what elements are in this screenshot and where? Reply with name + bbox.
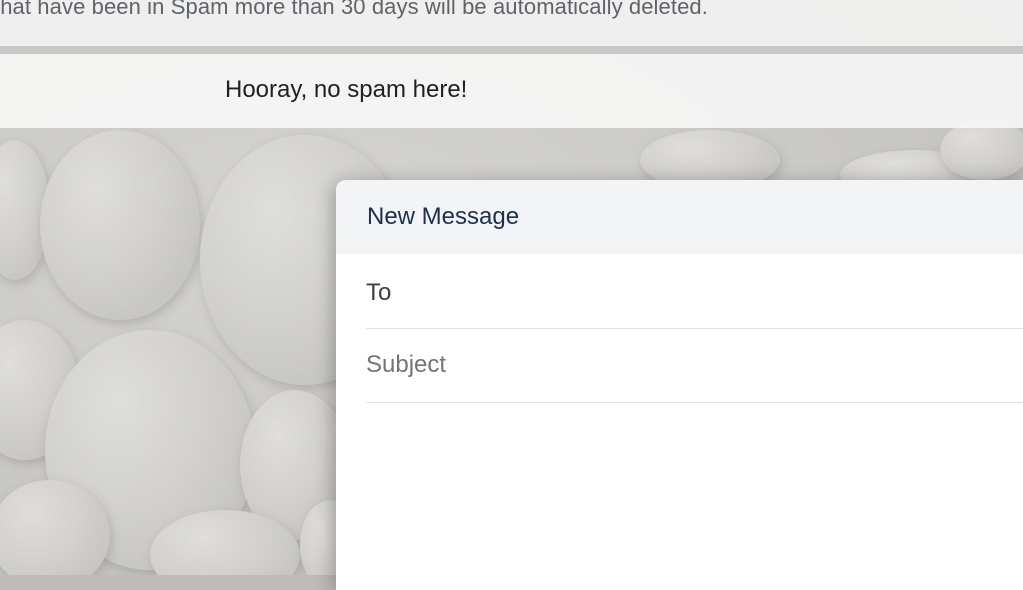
subject-input[interactable] <box>366 343 1006 387</box>
message-body-input[interactable] <box>366 406 1023 590</box>
divider <box>0 46 1023 54</box>
to-field: To <box>366 255 1023 329</box>
to-label[interactable]: To <box>366 279 391 307</box>
compose-window: New Message To <box>336 180 1023 590</box>
subject-field <box>366 329 1023 403</box>
compose-header[interactable]: New Message <box>336 180 1023 254</box>
spam-auto-delete-notice: that have been in Spam more than 30 days… <box>0 0 1023 46</box>
empty-state-message: Hooray, no spam here! <box>225 76 468 103</box>
compose-title: New Message <box>367 203 520 230</box>
spam-notice-text: that have been in Spam more than 30 days… <box>0 0 708 19</box>
spam-empty-state: Hooray, no spam here! <box>0 54 1023 128</box>
to-input[interactable] <box>426 269 1006 313</box>
